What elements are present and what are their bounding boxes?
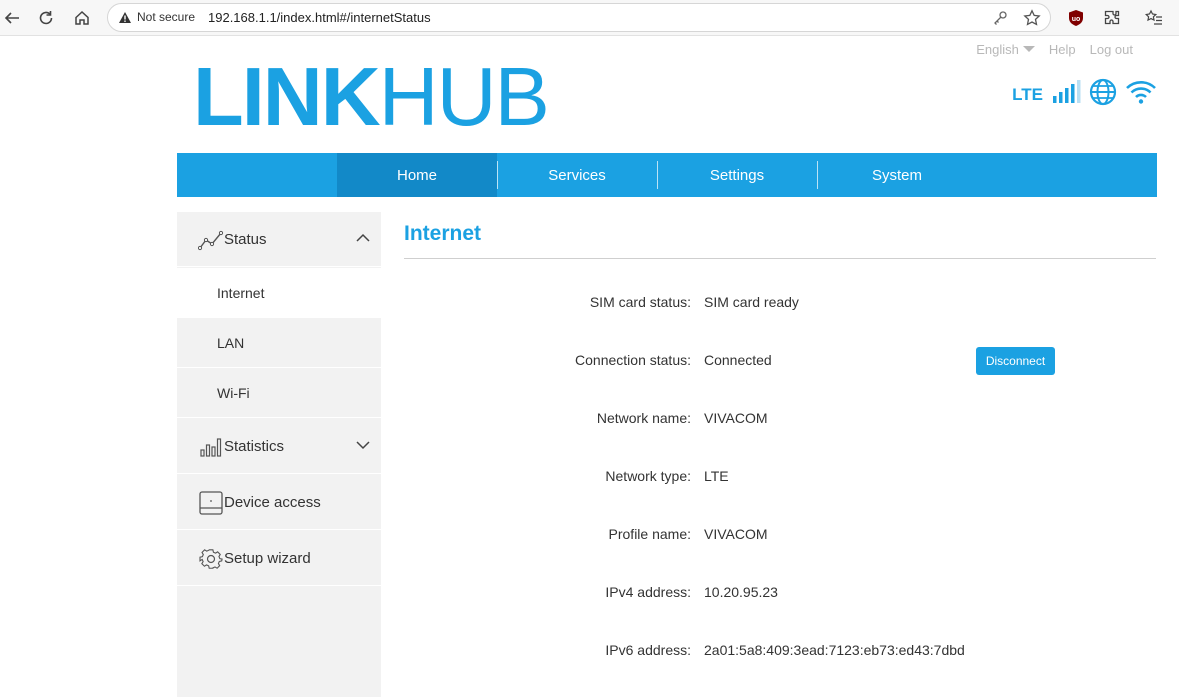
- sim-status-label: SIM card status:: [589, 294, 691, 310]
- star-icon[interactable]: [1022, 8, 1042, 28]
- main-nav: Home Services Settings System: [177, 153, 1157, 197]
- security-indicator[interactable]: Not secure: [118, 10, 195, 24]
- sidebar-group-statistics[interactable]: Statistics: [177, 419, 381, 474]
- logo-part-link: LINK: [193, 50, 381, 143]
- signal-strength-icon: [1051, 79, 1081, 110]
- language-label: English: [976, 42, 1019, 57]
- title-divider: [404, 258, 1156, 259]
- globe-icon: [1089, 78, 1117, 111]
- profile-name-value: VIVACOM: [704, 526, 768, 542]
- wifi-icon: [1125, 79, 1157, 110]
- logo-part-hub: HUB: [378, 50, 550, 143]
- browser-toolbar: Not secure 192.168.1.1/index.html#/inter…: [0, 0, 1179, 36]
- ipv4-address-value: 10.20.95.23: [704, 584, 778, 600]
- reload-icon[interactable]: [34, 6, 58, 30]
- gear-icon: [197, 545, 225, 573]
- logout-link[interactable]: Log out: [1090, 42, 1133, 57]
- ipv6-address-value: 2a01:5a8:409:3ead:7123:eb73:ed43:7dbd: [704, 642, 965, 658]
- help-link[interactable]: Help: [1049, 42, 1076, 57]
- device-status-icons: LTE: [1012, 78, 1157, 111]
- sidebar-item-wifi[interactable]: Wi-Fi: [177, 368, 381, 418]
- sidebar-group-label: Device access: [224, 493, 321, 511]
- sidebar: Status Internet LAN Wi-Fi Statistics Dev…: [177, 212, 381, 697]
- top-links: English Help Log out: [976, 42, 1133, 57]
- svg-text:uo: uo: [1072, 16, 1081, 23]
- nav-system[interactable]: System: [817, 153, 977, 197]
- ipv6-address-label: IPv6 address:: [605, 642, 691, 658]
- profile-name-label: Profile name:: [608, 526, 691, 542]
- network-type-indicator: LTE: [1012, 84, 1043, 104]
- warning-icon: [119, 11, 131, 23]
- sidebar-group-status[interactable]: Status: [177, 212, 381, 267]
- network-type-label: Network type:: [605, 468, 691, 484]
- network-type-value: LTE: [704, 468, 729, 484]
- caret-down-icon: [1022, 46, 1035, 52]
- line-chart-icon: [197, 226, 225, 254]
- chevron-up-icon[interactable]: [355, 230, 371, 246]
- language-selector[interactable]: English: [976, 42, 1035, 57]
- address-bar[interactable]: Not secure 192.168.1.1/index.html#/inter…: [107, 3, 1051, 32]
- sidebar-group-label: Status: [224, 230, 267, 248]
- connection-status-value: Connected: [704, 352, 772, 368]
- bar-chart-icon: [197, 433, 225, 461]
- nav-home[interactable]: Home: [337, 153, 497, 197]
- home-icon[interactable]: [70, 6, 94, 30]
- sidebar-item-lan[interactable]: LAN: [177, 318, 381, 368]
- ublock-icon[interactable]: uo: [1064, 6, 1088, 30]
- sidebar-group-setup-wizard[interactable]: Setup wizard: [177, 531, 381, 586]
- back-icon[interactable]: [0, 6, 24, 30]
- url-text[interactable]: 192.168.1.1/index.html#/internetStatus: [208, 10, 431, 25]
- sidebar-group-label: Statistics: [224, 437, 285, 455]
- ipv4-address-label: IPv4 address:: [605, 584, 691, 600]
- device-icon: [197, 489, 225, 517]
- nav-services[interactable]: Services: [497, 153, 657, 197]
- disconnect-button[interactable]: Disconnect: [976, 347, 1055, 375]
- chevron-down-icon[interactable]: [355, 437, 371, 453]
- connection-status-label: Connection status:: [575, 352, 691, 368]
- sidebar-group-label: Setup wizard: [224, 549, 311, 567]
- sidebar-group-device-access[interactable]: Device access: [177, 475, 381, 530]
- brand-logo: LINKHUB: [193, 50, 550, 143]
- extensions-icon[interactable]: [1100, 6, 1124, 30]
- key-icon[interactable]: [990, 8, 1010, 28]
- network-name-value: VIVACOM: [704, 410, 768, 426]
- sidebar-item-internet[interactable]: Internet: [177, 268, 381, 318]
- network-name-label: Network name:: [596, 410, 691, 426]
- favorites-icon[interactable]: [1142, 6, 1166, 30]
- sim-status-value: SIM card ready: [704, 294, 799, 310]
- nav-settings[interactable]: Settings: [657, 153, 817, 197]
- page-title: Internet: [404, 222, 482, 245]
- security-label: Not secure: [137, 10, 196, 24]
